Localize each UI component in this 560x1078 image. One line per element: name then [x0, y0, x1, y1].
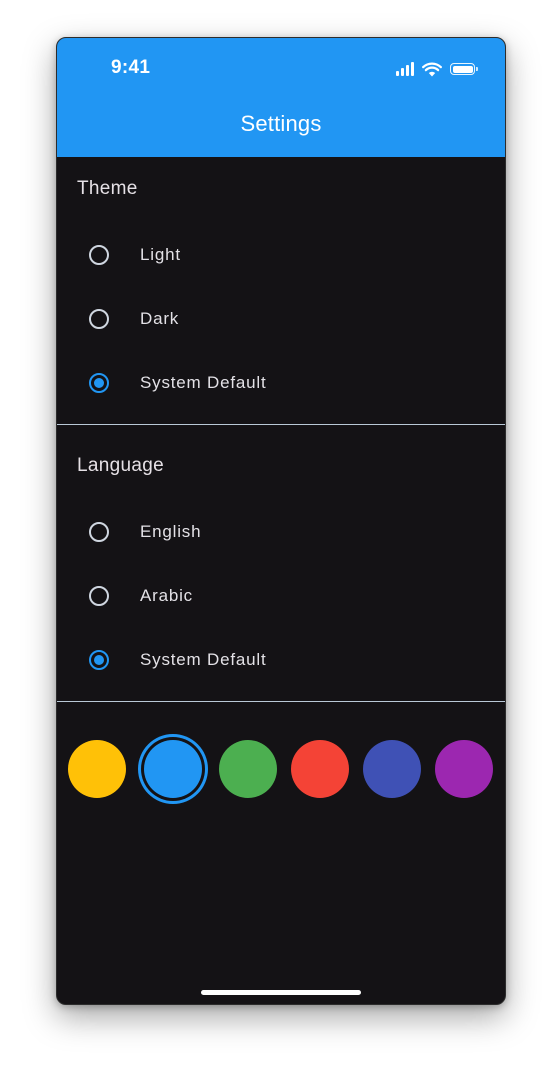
radio-dark[interactable]: [89, 309, 109, 329]
radio-arabic[interactable]: [89, 586, 109, 606]
language-option-arabic[interactable]: Arabic: [57, 572, 505, 620]
battery-icon: [450, 63, 478, 75]
option-label: Dark: [140, 309, 180, 328]
status-time: 9:41: [111, 57, 151, 78]
radio-english[interactable]: [89, 522, 109, 542]
color-swatch-amber[interactable]: [68, 740, 126, 798]
option-label: System Default: [140, 373, 267, 392]
option-label: Arabic: [140, 586, 193, 605]
color-swatch-red[interactable]: [291, 740, 349, 798]
wifi-icon: [422, 62, 442, 76]
phone-frame: 9:41 Settings Theme Light Dark System De…: [56, 37, 506, 1005]
cellular-signal-icon: [396, 62, 414, 76]
color-swatch-purple[interactable]: [435, 740, 493, 798]
divider: [57, 424, 505, 425]
option-label: English: [140, 522, 202, 541]
home-indicator[interactable]: [201, 990, 361, 995]
status-icons: [396, 60, 478, 78]
theme-option-light[interactable]: Light: [57, 231, 505, 279]
theme-option-system-default[interactable]: System Default: [57, 359, 505, 407]
theme-option-dark[interactable]: Dark: [57, 295, 505, 343]
language-option-system-default[interactable]: System Default: [57, 636, 505, 684]
option-label: System Default: [140, 650, 267, 669]
app-bar: 9:41 Settings: [57, 38, 505, 157]
color-swatch-green[interactable]: [219, 740, 277, 798]
theme-section-title: Theme: [77, 178, 138, 199]
radio-system-default-selected[interactable]: [89, 650, 109, 670]
color-swatch-indigo[interactable]: [363, 740, 421, 798]
color-swatch-blue-selected[interactable]: [144, 740, 202, 798]
radio-system-default-selected[interactable]: [89, 373, 109, 393]
divider: [57, 701, 505, 702]
language-section-title: Language: [77, 455, 164, 476]
screen: 9:41 Settings Theme Light Dark System De…: [0, 0, 560, 1078]
radio-light[interactable]: [89, 245, 109, 265]
language-option-english[interactable]: English: [57, 508, 505, 556]
option-label: Light: [140, 245, 181, 264]
page-title: Settings: [240, 111, 322, 136]
